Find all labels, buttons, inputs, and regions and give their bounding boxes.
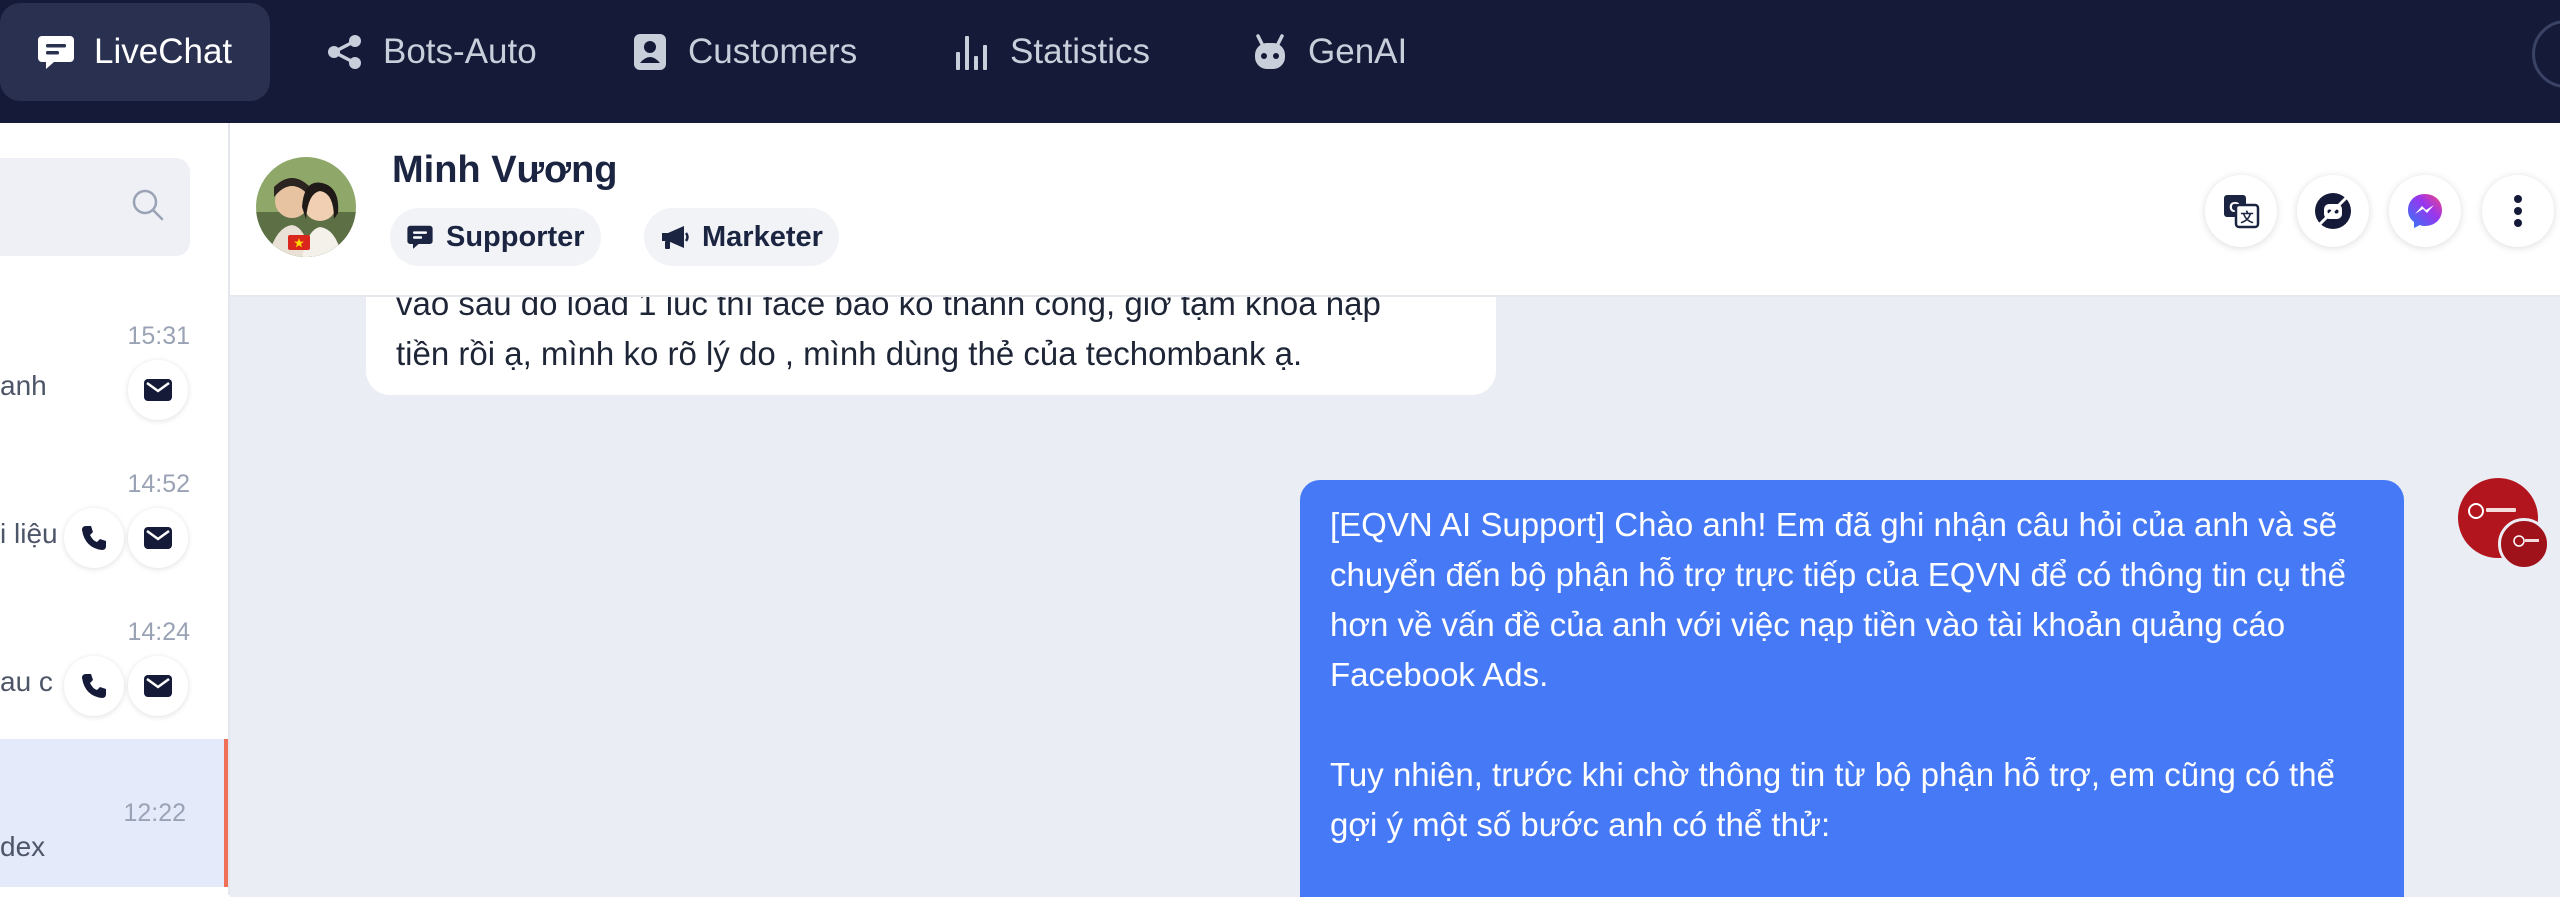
tag-marketer[interactable]: Marketer: [644, 208, 839, 266]
chat-bubble-icon: [38, 36, 74, 69]
top-navigation: LiveChat Bots-Auto Customers Statistics: [0, 0, 2560, 123]
tag-label: Marketer: [702, 220, 823, 253]
conversation-time: 14:24: [127, 618, 190, 646]
nav-tab-label: Statistics: [1010, 32, 1151, 71]
messenger-icon: [2408, 194, 2442, 228]
nav-tab-customers[interactable]: Customers: [630, 3, 857, 101]
conversation-list: 15:31 anh 14:52 i liệu 14:24 au c 12:22 …: [0, 123, 230, 895]
outgoing-message: [EQVN AI Support] Chào anh! Em đã ghi nh…: [1300, 480, 2404, 897]
conversation-time: 12:22: [123, 799, 186, 827]
nav-tab-genai[interactable]: GenAI: [1250, 3, 1407, 101]
conversation-preview: anh: [0, 370, 47, 401]
megaphone-icon: [662, 226, 689, 249]
conversation-item[interactable]: 14:52 i liệu: [0, 458, 228, 606]
message-text: vào sau đó load 1 lúc thì face báo ko th…: [396, 297, 1381, 322]
share-nodes-icon: [328, 35, 361, 69]
message-text: tiền rồi ạ, mình ko rõ lý do , mình dùng…: [396, 335, 1303, 372]
nav-tab-livechat[interactable]: LiveChat: [0, 3, 271, 101]
nav-tab-statistics[interactable]: Statistics: [952, 3, 1150, 101]
phone-icon: [82, 674, 106, 698]
translate-icon: G 文: [2224, 195, 2260, 229]
message-thread: vào sau đó load 1 lúc thì face báo ko th…: [230, 297, 2560, 897]
nav-tab-label: LiveChat: [94, 32, 233, 71]
translate-button[interactable]: G 文: [2205, 175, 2277, 247]
conversation-preview: au c: [0, 666, 53, 697]
user-menu-button[interactable]: [2532, 20, 2560, 88]
email-button[interactable]: [128, 656, 188, 716]
mail-icon: [144, 675, 172, 697]
conversation-time: 15:31: [127, 322, 190, 350]
mail-icon: [144, 527, 172, 549]
conversation-preview: dex: [0, 831, 46, 862]
email-button[interactable]: [128, 508, 188, 568]
call-button[interactable]: [64, 656, 124, 716]
tag-supporter[interactable]: Supporter: [390, 208, 601, 266]
conversation-item[interactable]: 15:31 anh: [0, 310, 228, 458]
conversation-item-active[interactable]: 12:22 dex: [0, 739, 228, 887]
email-button[interactable]: [128, 360, 188, 420]
svg-text:文: 文: [2240, 210, 2254, 226]
nav-tab-label: Customers: [688, 32, 858, 71]
more-vertical-icon: [2514, 195, 2522, 227]
conversation-item[interactable]: 14:24 au c: [0, 606, 228, 754]
nav-tab-label: GenAI: [1308, 32, 1408, 71]
chat-header: Minh Vương Supporter Marketer G 文: [230, 123, 2560, 297]
search-icon[interactable]: [130, 187, 166, 223]
bot-badge-icon: [2498, 518, 2550, 570]
contact-name: Minh Vương: [392, 149, 618, 191]
phone-icon: [82, 526, 106, 550]
messenger-button[interactable]: [2389, 175, 2461, 247]
more-options-button[interactable]: [2482, 175, 2554, 247]
call-button[interactable]: [64, 508, 124, 568]
bar-chart-icon: [956, 36, 987, 70]
nav-tab-bots-auto[interactable]: Bots-Auto: [325, 3, 537, 101]
nav-tab-label: Bots-Auto: [383, 32, 537, 71]
tag-label: Supporter: [446, 220, 585, 253]
mail-icon: [144, 379, 172, 401]
ai-off-icon: [2315, 193, 2351, 229]
incoming-message: vào sau đó load 1 lúc thì face báo ko th…: [366, 297, 1496, 395]
conversation-preview: i liệu: [0, 518, 58, 549]
conversation-time: 14:52: [127, 470, 190, 498]
contact-card-icon: [634, 34, 666, 70]
bottom-strip: [0, 897, 2560, 918]
message-text: Tuy nhiên, trước khi chờ thông tin từ bộ…: [1330, 756, 2335, 843]
ai-toggle-button[interactable]: [2297, 175, 2369, 247]
robot-icon: [1255, 34, 1285, 69]
vietnam-flag-icon: [288, 235, 310, 250]
message-text: [EQVN AI Support] Chào anh! Em đã ghi nh…: [1330, 506, 2347, 693]
chat-bubble-icon: [407, 225, 433, 249]
